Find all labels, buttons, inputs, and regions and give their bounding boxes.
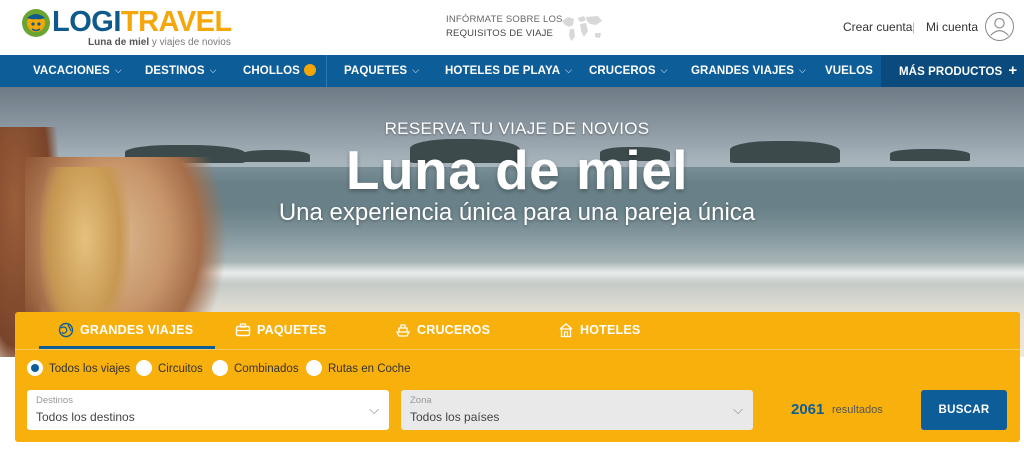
plus-icon: + [1008,62,1018,79]
results-label: resultados [832,404,883,416]
chevron-down-icon: ⌵ [733,402,743,417]
nav-item-vacaciones[interactable]: VACACIONES ⌵ [33,55,122,87]
nav-item-chollos[interactable]: CHOLLOS [243,55,316,87]
option-todos-los-viajes[interactable]: Todos los viajes [27,359,130,378]
chevron-down-icon: ⌵ [209,65,217,75]
globe-icon [58,322,74,337]
user-avatar-icon[interactable] [985,12,1014,41]
option-rutas-en-coche[interactable]: Rutas en Coche [306,359,410,378]
chevron-down-icon: ⌵ [412,65,420,75]
info-line-2: REQUISITOS DE VIAJE [446,28,554,39]
info-line-1: INFÓRMATE SOBRE LOS [446,14,563,25]
tab-divider [15,349,1020,350]
tab-hoteles[interactable]: HOTELES [558,312,640,348]
chevron-down-icon: ⌵ [660,65,668,75]
hero-subtitle: RESERVA TU VIAJE DE NOVIOS [384,119,650,138]
nav-item-paquetes[interactable]: PAQUETES ⌵ [344,55,419,87]
logo[interactable]: LOGITRAVEL Luna de miel y viajes de novi… [20,5,232,51]
search-box: GRANDES VIAJES PAQUETES CRUCEROS HOTELES… [15,312,1020,442]
zona-label: Zona [410,395,432,406]
site-header: LOGITRAVEL Luna de miel y viajes de novi… [0,0,1024,55]
main-nav: VACACIONES ⌵ DESTINOS ⌵ CHOLLOS PAQUETES ⌵ … [0,55,1024,87]
header-separator: | [912,20,916,34]
chevron-down-icon: ⌵ [799,65,806,75]
nav-more-products[interactable]: MÁS PRODUCTOS + [881,55,1024,87]
suitcase-icon [235,323,251,336]
world-map-icon [562,16,602,41]
destinos-value: Todos los destinos [36,410,135,424]
tab-paquetes[interactable]: PAQUETES [235,312,326,348]
tab-grandes-viajes[interactable]: GRANDES VIAJES [58,312,193,348]
nav-item-vuelos[interactable]: VUELOS [825,55,873,87]
radio-selected-icon [27,359,43,376]
nav-divider [326,55,327,87]
hotel-icon [559,322,573,337]
zona-value: Todos los países [410,410,500,424]
create-account-link[interactable]: Crear cuenta [843,20,912,34]
radio-icon [306,359,322,376]
travel-requirements-link[interactable]: INFÓRMATE SOBRE LOS REQUISITOS DE VIAJE [446,12,616,44]
ship-icon [395,324,411,337]
results-count: 2061 [791,401,825,418]
nav-item-hoteles-de-playa[interactable]: HOTELES DE PLAYA ⌵ [445,55,572,87]
nav-item-cruceros[interactable]: CRUCEROS ⌵ [589,55,668,87]
my-account-link[interactable]: Mi cuenta [926,20,978,34]
logo-mark-icon [22,9,50,37]
option-circuitos[interactable]: Circuitos [136,359,203,378]
radio-icon [136,359,152,376]
destinos-label: Destinos [36,395,73,406]
hero-tagline: Una experiencia única para una pareja ún… [278,199,756,226]
chevron-down-icon: ⌵ [369,402,379,417]
coin-icon [303,64,316,76]
nav-more-label: MÁS PRODUCTOS + [899,62,1018,79]
zona-select[interactable]: Zona Todos los países ⌵ [401,390,753,430]
tab-cruceros[interactable]: CRUCEROS [395,312,490,348]
chevron-down-icon: ⌵ [114,65,122,75]
option-combinados[interactable]: Combinados [212,359,299,378]
logo-text: LOGITRAVEL [52,6,232,38]
chevron-down-icon: ⌵ [565,65,573,75]
nav-item-grandes-viajes[interactable]: GRANDES VIAJES ⌵ [691,55,806,87]
radio-icon [212,359,228,376]
hero-title: Luna de miel [345,139,689,201]
destinos-select[interactable]: Destinos Todos los destinos ⌵ [27,390,389,430]
nav-item-destinos[interactable]: DESTINOS ⌵ [145,55,217,87]
logo-tagline: Luna de miel y viajes de novios [88,37,231,48]
search-button[interactable]: BUSCAR [921,390,1007,430]
